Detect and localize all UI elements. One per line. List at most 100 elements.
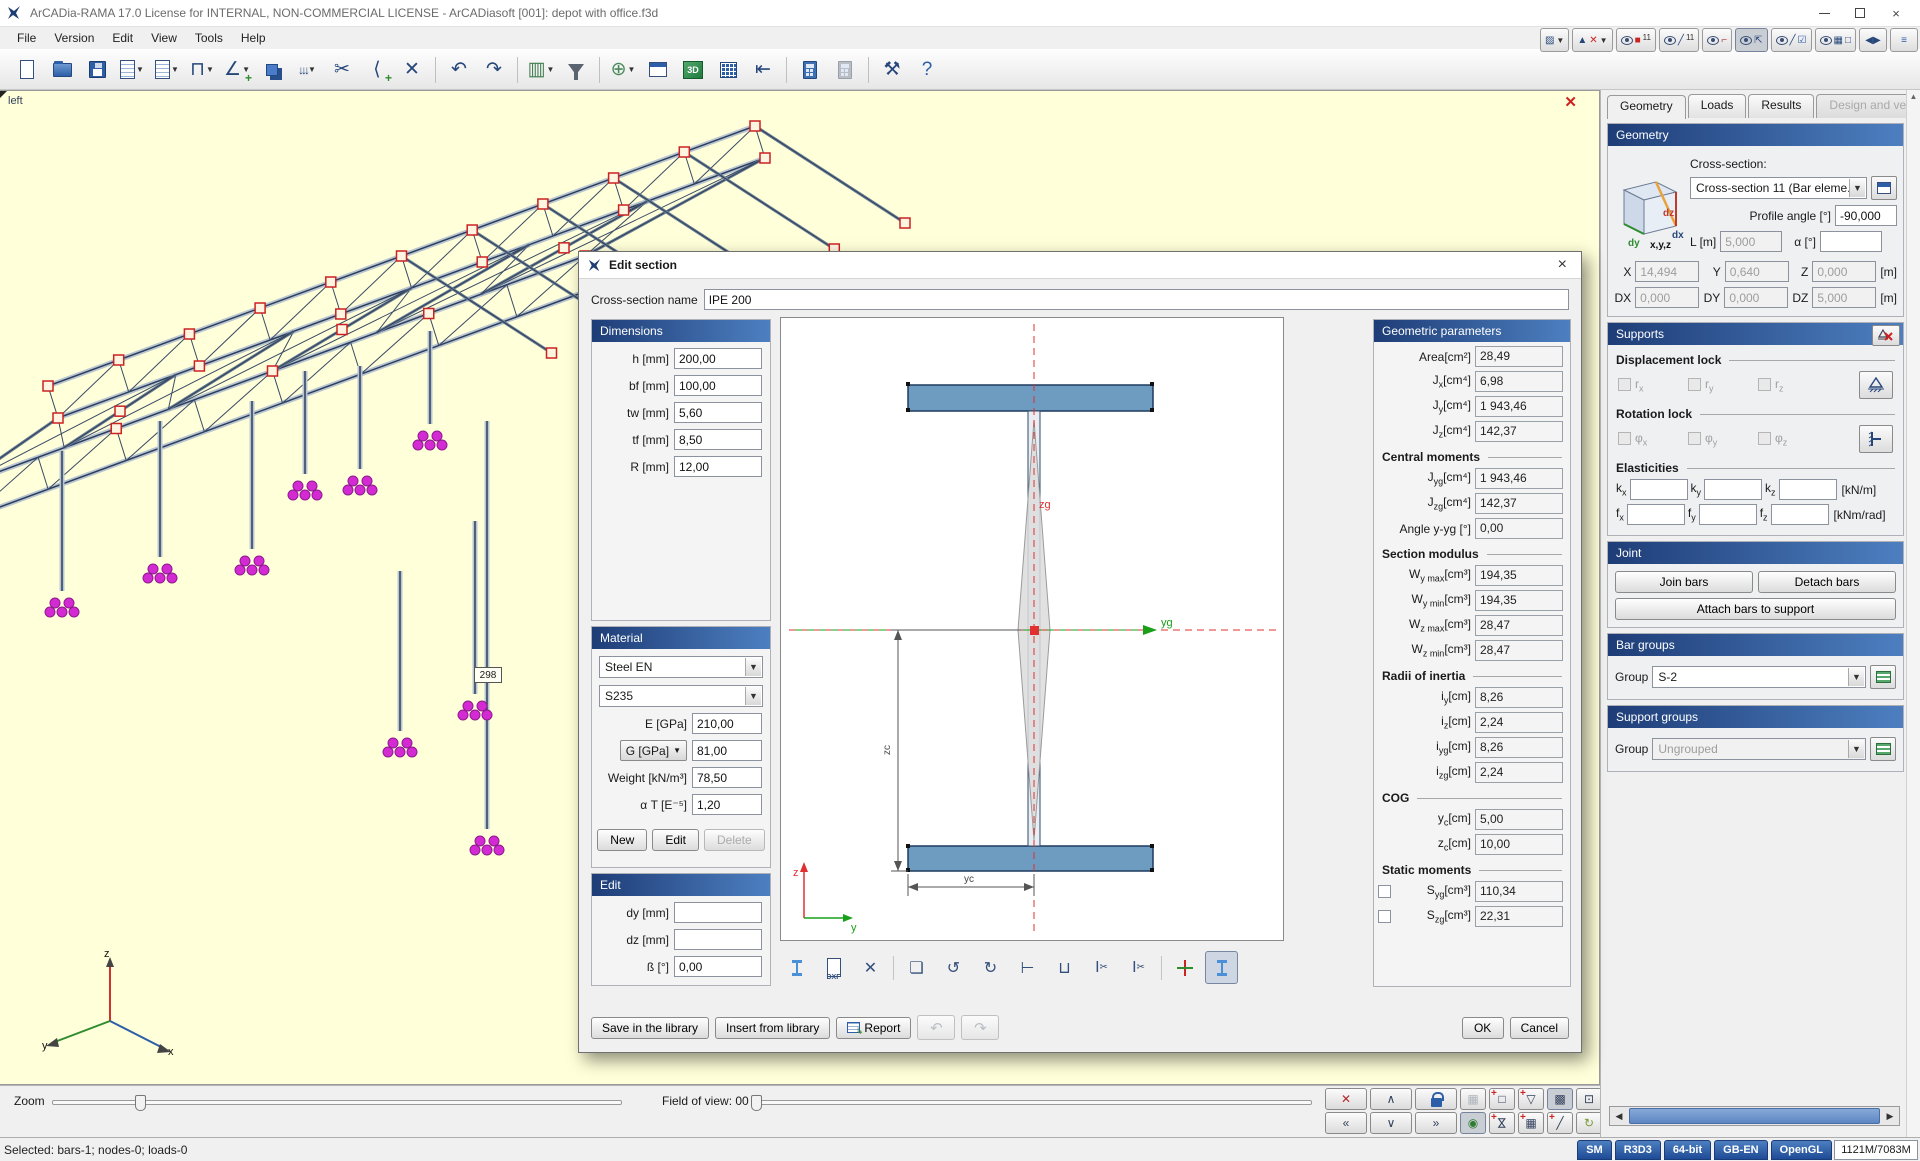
fov-slider-thumb[interactable] [751, 1095, 762, 1111]
dimension-input[interactable] [674, 429, 762, 450]
G-select[interactable]: G [GPa]▼ [620, 740, 687, 761]
show-bars-button[interactable]: ╱11 [1659, 28, 1699, 52]
weight-input[interactable] [692, 767, 762, 788]
section-display-icon[interactable]: ▥▼ [524, 53, 558, 87]
checkbox[interactable] [1378, 910, 1391, 923]
cut-scissors-icon[interactable]: ✂ [325, 53, 359, 87]
dxf-import-button[interactable]: DXF [817, 951, 850, 984]
scroll-right-icon[interactable]: ▶ [1881, 1107, 1899, 1125]
select-hourglass-button[interactable]: ⋈+ [1489, 1112, 1515, 1134]
tab-results[interactable]: Results [1748, 94, 1814, 118]
alpha-input[interactable] [1820, 231, 1882, 252]
insert-from-library-button[interactable]: Insert from library [715, 1017, 830, 1039]
checkbox[interactable] [1378, 885, 1391, 898]
show-nodes-button[interactable]: ■11 [1616, 28, 1656, 52]
status-badge-64-bit[interactable]: 64-bit [1664, 1140, 1711, 1160]
section-shape-button[interactable] [780, 951, 813, 984]
dimension-input[interactable] [674, 456, 762, 477]
view-3d-icon[interactable]: 3D [676, 53, 710, 87]
delete-support-button[interactable] [1872, 325, 1900, 346]
collapse-panel-button[interactable]: ≡ [1890, 28, 1918, 52]
cross-section-select[interactable]: Cross-section 11 (Bar eleme...▼ [1690, 177, 1867, 199]
edit-input[interactable] [674, 929, 762, 950]
edit-input[interactable] [674, 956, 762, 977]
pan-down-button[interactable]: ∨ [1370, 1112, 1412, 1134]
tab-loads[interactable]: Loads [1688, 94, 1747, 118]
copy-elements-icon[interactable] [255, 53, 289, 87]
structure-axes-icon[interactable]: ⊕▼ [606, 53, 640, 87]
pan-left-button[interactable]: « [1325, 1112, 1367, 1134]
edit-input[interactable] [674, 902, 762, 923]
menu-tools[interactable]: Tools [186, 29, 232, 47]
sidebar-vertical-scrollbar[interactable]: ▲ [1906, 90, 1920, 1137]
report-button[interactable]: Report [836, 1017, 911, 1039]
edit-pencil-button[interactable]: ╱+ [1547, 1112, 1573, 1134]
save-in-library-button[interactable]: Save in the library [591, 1017, 709, 1039]
kx-input[interactable] [1630, 479, 1688, 500]
center-view-button[interactable]: ◉ [1460, 1112, 1486, 1134]
join-bars-button[interactable]: Join bars [1615, 571, 1753, 593]
detach-bars-button[interactable]: Detach bars [1758, 571, 1896, 593]
show-lines-toggle-button[interactable]: ╱☑ [1771, 28, 1812, 52]
ky-input[interactable] [1704, 479, 1762, 500]
pinned-support-button[interactable] [1859, 371, 1893, 399]
zoom-slider[interactable] [52, 1100, 622, 1105]
section-manager-button[interactable] [1871, 176, 1897, 200]
calculator-secondary-icon[interactable] [828, 53, 862, 87]
show-grid-toggle-button[interactable]: ▦□ [1815, 28, 1857, 52]
add-bar-icon[interactable]: ⟨+ [360, 53, 394, 87]
show-axes-button[interactable]: ⌐ [1702, 28, 1732, 52]
menu-file[interactable]: File [8, 29, 45, 47]
status-badge-opengl[interactable]: OpenGL [1771, 1140, 1832, 1160]
results-grid-icon[interactable] [711, 53, 745, 87]
attach-bars-to-support-button[interactable]: Attach bars to support [1615, 598, 1896, 620]
dialog-close-icon[interactable]: × [1552, 256, 1573, 274]
loads-icon[interactable]: ↓↓↓▼ [290, 53, 324, 87]
add-node-icon[interactable]: ∠+▼ [220, 53, 254, 87]
select-polygon-button[interactable]: ▽+ [1518, 1088, 1544, 1110]
weld-sections-button[interactable]: ⊔ [1048, 951, 1081, 984]
new-file-icon[interactable] [10, 53, 44, 87]
hide-objects-button[interactable]: ▲✕▼ [1572, 28, 1612, 52]
render-mode-button[interactable]: ▨▼ [1540, 28, 1569, 52]
cancel-button[interactable]: Cancel [1510, 1017, 1569, 1039]
delete-element-icon[interactable]: ✕ [395, 53, 429, 87]
G-input[interactable] [692, 740, 762, 761]
bar-group-select[interactable]: S-2▼ [1652, 666, 1866, 688]
cut-horizontal-button[interactable]: Ι✂ [1085, 951, 1118, 984]
scrollbar-thumb[interactable] [1629, 1108, 1880, 1124]
menu-version[interactable]: Version [45, 29, 103, 47]
frame-generator-icon[interactable]: ⊓▼ [185, 53, 219, 87]
redo-icon[interactable]: ↷ [477, 53, 511, 87]
help-config-icon[interactable]: ? [910, 53, 944, 87]
status-badge-r3d3[interactable]: R3D3 [1615, 1140, 1661, 1160]
support-group-manager-button[interactable] [1870, 737, 1896, 761]
dimension-input[interactable] [674, 375, 762, 396]
tab-geometry[interactable]: Geometry [1607, 95, 1686, 119]
delete-view-button[interactable]: ✕ [1325, 1088, 1367, 1110]
menu-edit[interactable]: Edit [103, 29, 142, 47]
menu-help[interactable]: Help [232, 29, 275, 47]
rotate-view-button[interactable]: ↻ [1576, 1112, 1602, 1134]
select-grid-button[interactable]: ▦+ [1518, 1112, 1544, 1134]
status-badge-sm[interactable]: SM [1577, 1140, 1612, 1160]
mirror-section-button[interactable]: ⊢ [1011, 951, 1044, 984]
select-window-button[interactable]: □+ [1489, 1088, 1515, 1110]
insert-to-slab-icon[interactable]: ⇤ [746, 53, 780, 87]
pan-right-button[interactable]: » [1415, 1112, 1457, 1134]
edit-material-button[interactable]: Edit [652, 829, 699, 851]
minimize-button[interactable] [1806, 0, 1842, 26]
fx-input[interactable] [1627, 504, 1685, 525]
E-input[interactable] [692, 713, 762, 734]
bar-group-manager-button[interactable] [1870, 665, 1896, 689]
copy-shape-button[interactable]: ❏ [900, 951, 933, 984]
menu-view[interactable]: View [142, 29, 186, 47]
close-button[interactable]: × [1878, 0, 1914, 26]
cross-section-name-input[interactable] [704, 289, 1569, 310]
material-type-select[interactable]: Steel EN▼ [599, 656, 763, 678]
open-folder-icon[interactable] [45, 53, 79, 87]
pan-up-button[interactable]: ∧ [1370, 1088, 1412, 1110]
rotate-left-button[interactable]: ↺ [937, 951, 970, 984]
zoom-slider-thumb[interactable] [135, 1095, 146, 1111]
flip-view-button[interactable]: ◀▶ [1859, 28, 1887, 52]
